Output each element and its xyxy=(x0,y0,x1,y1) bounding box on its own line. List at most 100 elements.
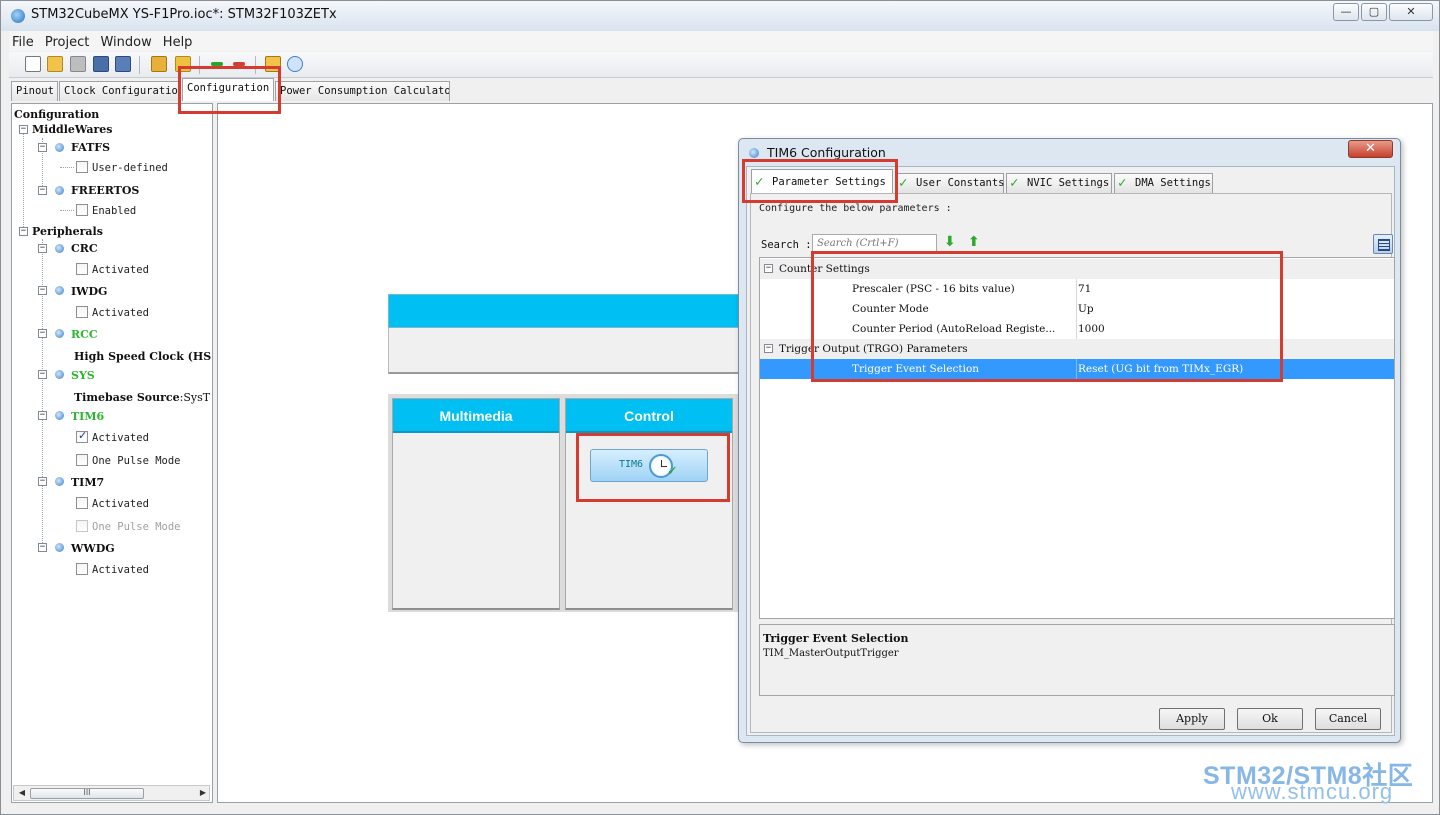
wwdg-activated-checkbox[interactable] xyxy=(76,563,88,575)
main-window: STM32CubeMX YS-F1Pro.ioc*: STM32F103ZETx… xyxy=(0,0,1440,815)
save-icon[interactable] xyxy=(93,56,109,72)
tab-user-constants[interactable]: ✓ User Constants xyxy=(895,173,1005,193)
expand-freertos[interactable]: − xyxy=(38,186,47,195)
dialog-title: TIM6 Configuration xyxy=(767,145,886,160)
tree-horizontal-scrollbar[interactable]: ◀ III ▶ xyxy=(13,785,210,801)
about-icon[interactable] xyxy=(287,56,303,72)
tim7-one-pulse-mode-checkbox xyxy=(76,520,88,532)
menu-file[interactable]: File xyxy=(9,33,37,53)
collapse-icon[interactable]: − xyxy=(764,264,773,273)
category-multimedia-header: Multimedia xyxy=(393,399,559,433)
minimize-button[interactable]: — xyxy=(1333,3,1359,21)
maximize-button[interactable]: ▢ xyxy=(1361,3,1387,21)
middleware-category-header xyxy=(388,294,740,328)
cancel-button[interactable]: Cancel xyxy=(1315,708,1381,730)
parameter-description: Trigger Event Selection TIM_MasterOutput… xyxy=(759,624,1395,696)
tree-peripherals[interactable]: Peripherals xyxy=(32,225,103,238)
expand-middlewares[interactable]: − xyxy=(19,125,28,134)
iwdg-activated-label: Activated xyxy=(92,307,149,319)
tree-sys[interactable]: SYS xyxy=(71,369,95,382)
new-project-icon[interactable] xyxy=(25,56,41,72)
iwdg-gear-icon xyxy=(55,286,64,295)
scroll-right-icon[interactable]: ▶ xyxy=(197,787,209,799)
expand-rcc[interactable]: − xyxy=(38,329,47,338)
highlight-tim6-button xyxy=(576,433,730,502)
fatfs-gear-icon xyxy=(55,143,64,152)
tree-crc[interactable]: CRC xyxy=(71,242,98,255)
configuration-tree: Configuration − MiddleWares − FATFS User… xyxy=(11,103,213,803)
expand-crc[interactable]: − xyxy=(38,244,47,253)
menu-window[interactable]: Window xyxy=(97,33,154,53)
category-control-header: Control xyxy=(566,399,732,433)
highlight-parameter-settings-tab xyxy=(742,159,898,203)
tree-fatfs[interactable]: FATFS xyxy=(71,141,110,154)
tab-nvic-settings[interactable]: ✓ NVIC Settings xyxy=(1006,173,1112,193)
expand-tim6[interactable]: − xyxy=(38,411,47,420)
fatfs-user-defined-label: User-defined xyxy=(92,162,168,174)
tree-wwdg[interactable]: WWDG xyxy=(71,542,115,555)
copy-icon[interactable] xyxy=(70,56,86,72)
generate-report-icon[interactable] xyxy=(151,56,167,72)
sys-timebase-source[interactable]: Timebase Source:SysT xyxy=(74,391,210,404)
dialog-close-button[interactable]: ✕ xyxy=(1348,140,1393,158)
tab-power-consumption-calculator[interactable]: Power Consumption Calculator xyxy=(275,81,450,101)
tree-tim6[interactable]: TIM6 xyxy=(71,410,104,423)
expand-fatfs[interactable]: − xyxy=(38,143,47,152)
expand-tim7[interactable]: − xyxy=(38,477,47,486)
apply-button[interactable]: Apply xyxy=(1159,708,1225,730)
search-previous-icon[interactable]: ⬆ xyxy=(968,234,980,250)
description-title: Trigger Event Selection xyxy=(763,632,909,645)
list-view-icon[interactable] xyxy=(1373,234,1393,254)
iwdg-activated-checkbox[interactable] xyxy=(76,306,88,318)
save-as-icon[interactable] xyxy=(115,56,131,72)
category-multimedia: Multimedia xyxy=(392,398,560,610)
tree-freertos[interactable]: FREERTOS xyxy=(71,184,139,197)
tim6-configuration-dialog: TIM6 Configuration ✕ ✓ Parameter Settings… xyxy=(738,138,1401,743)
tim6-activated-checkbox[interactable] xyxy=(76,429,88,443)
expand-peripherals[interactable]: − xyxy=(19,227,28,236)
tim7-activated-checkbox[interactable] xyxy=(76,497,88,509)
close-button[interactable]: ✕ xyxy=(1389,3,1433,21)
description-text: TIM_MasterOutputTrigger xyxy=(763,648,899,659)
tree-tim7[interactable]: TIM7 xyxy=(71,476,104,489)
tree-middlewares[interactable]: MiddleWares xyxy=(32,123,112,136)
search-next-icon[interactable]: ⬇ xyxy=(944,234,956,250)
collapse-icon[interactable]: − xyxy=(764,344,773,353)
tim6-activated-label: Activated xyxy=(92,432,149,444)
scroll-thumb[interactable]: III xyxy=(30,788,144,799)
app-logo-icon xyxy=(11,9,25,23)
ok-button[interactable]: Ok xyxy=(1237,708,1303,730)
scroll-left-icon[interactable]: ◀ xyxy=(16,787,28,799)
expand-iwdg[interactable]: − xyxy=(38,286,47,295)
highlight-configuration-tab xyxy=(178,66,281,114)
freertos-enabled-checkbox[interactable] xyxy=(76,204,88,216)
freertos-enabled-label: Enabled xyxy=(92,205,137,217)
freertos-gear-icon xyxy=(55,186,64,195)
window-title: STM32CubeMX YS-F1Pro.ioc*: STM32F103ZETx xyxy=(31,7,337,22)
wwdg-activated-label: Activated xyxy=(92,564,149,576)
rcc-gear-icon xyxy=(55,329,64,338)
tab-clock-configuration[interactable]: Clock Configuration xyxy=(59,81,179,101)
tim7-gear-icon xyxy=(55,477,64,486)
tree-iwdg[interactable]: IWDG xyxy=(71,285,107,298)
open-folder-icon[interactable] xyxy=(47,56,63,72)
tim6-one-pulse-mode-checkbox[interactable] xyxy=(76,454,88,466)
tab-dma-settings[interactable]: ✓ DMA Settings xyxy=(1114,173,1213,193)
expand-wwdg[interactable]: − xyxy=(38,543,47,552)
watermark-url: www.stmcu.org xyxy=(1231,779,1394,804)
highlight-parameter-values xyxy=(811,251,1283,382)
menu-help[interactable]: Help xyxy=(160,33,196,53)
tab-ok-icon: ✓ xyxy=(1010,175,1019,191)
fatfs-user-defined-checkbox[interactable] xyxy=(76,161,88,173)
tim7-one-pulse-mode-label: One Pulse Mode xyxy=(92,521,181,533)
tree-root-configuration: Configuration xyxy=(14,108,100,121)
crc-activated-checkbox[interactable] xyxy=(76,263,88,275)
menu-project[interactable]: Project xyxy=(42,33,92,53)
middleware-category-panel xyxy=(388,328,740,374)
configure-intro-text: Configure the below parameters : xyxy=(759,203,952,214)
wwdg-gear-icon xyxy=(55,543,64,552)
tree-rcc[interactable]: RCC xyxy=(71,328,98,341)
rcc-high-speed-clock[interactable]: High Speed Clock (HS xyxy=(74,350,211,363)
expand-sys[interactable]: − xyxy=(38,370,47,379)
tab-pinout[interactable]: Pinout xyxy=(11,81,58,101)
